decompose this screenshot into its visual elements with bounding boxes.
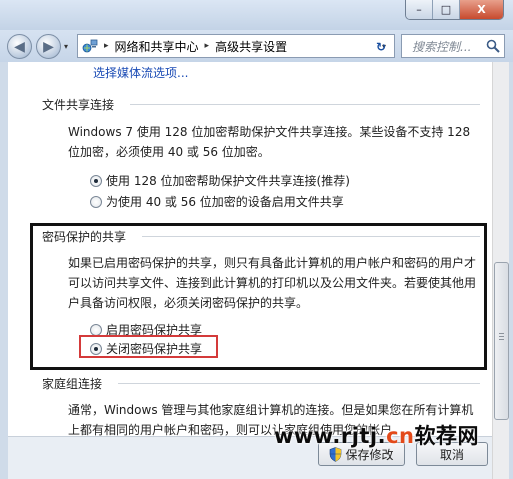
window-controls: – □ X bbox=[405, 0, 504, 20]
forward-button[interactable]: ▶ bbox=[36, 34, 61, 59]
media-streaming-link[interactable]: 选择媒体流选项... bbox=[93, 64, 188, 81]
vertical-scrollbar[interactable] bbox=[492, 62, 509, 479]
minimize-button[interactable]: – bbox=[406, 0, 433, 19]
radio-40-56bit-encryption[interactable]: 为使用 40 或 56 位加密的设备启用文件共享 bbox=[90, 193, 344, 210]
file-sharing-description: Windows 7 使用 128 位加密帮助保护文件共享连接。某些设备不支持 1… bbox=[68, 125, 471, 159]
radio-128bit-encryption[interactable]: 使用 128 位加密帮助保护文件共享连接(推荐) bbox=[90, 172, 350, 189]
radio-label: 为使用 40 或 56 位加密的设备启用文件共享 bbox=[106, 195, 344, 209]
search-input[interactable]: 搜索控制... bbox=[401, 34, 505, 58]
radio-button[interactable] bbox=[90, 174, 102, 187]
selected-option-highlight-box bbox=[79, 335, 218, 358]
breadcrumb-item-advanced-sharing[interactable]: 高级共享设置 bbox=[215, 38, 287, 55]
maximize-button[interactable]: □ bbox=[433, 0, 460, 19]
watermark-domain: www.rjtj. bbox=[274, 424, 387, 448]
site-watermark: www.rjtj.cn软荐网 bbox=[274, 420, 479, 450]
section-divider bbox=[118, 383, 480, 384]
network-icon bbox=[82, 38, 98, 54]
breadcrumb-item-network-center[interactable]: 网络和共享中心 bbox=[115, 38, 199, 55]
back-button[interactable]: ◀ bbox=[7, 34, 32, 59]
watermark-site-name: 软荐网 bbox=[414, 424, 480, 448]
radio-label: 使用 128 位加密帮助保护文件共享连接(推荐) bbox=[106, 174, 350, 188]
address-bar[interactable]: ▸ 网络和共享中心 ▸ 高级共享设置 ▾ bbox=[77, 34, 395, 58]
scrollbar-grip-icon bbox=[499, 333, 504, 342]
breadcrumb-separator: ▸ bbox=[104, 41, 109, 51]
search-icon[interactable] bbox=[486, 39, 500, 53]
close-button[interactable]: X bbox=[460, 0, 503, 19]
refresh-icon[interactable]: ↻ bbox=[372, 38, 390, 56]
section-divider bbox=[130, 104, 480, 105]
recent-pages-dropdown[interactable]: ▾ bbox=[64, 42, 68, 51]
breadcrumb-separator: ▸ bbox=[204, 41, 210, 51]
section-heading-homegroup: 家庭组连接 bbox=[42, 377, 103, 391]
title-bar: – □ X bbox=[0, 0, 513, 30]
watermark-tld: cn bbox=[386, 424, 415, 448]
scrollbar-thumb[interactable] bbox=[494, 262, 509, 420]
navigation-bar: ◀ ▶ ▾ ▸ 网络和共享中心 ▸ 高级共享设置 ▾ ↻ 搜索控制... bbox=[0, 30, 513, 62]
radio-button[interactable] bbox=[90, 195, 102, 208]
search-placeholder: 搜索控制... bbox=[412, 39, 472, 54]
section-heading-file-sharing: 文件共享连接 bbox=[42, 98, 115, 112]
